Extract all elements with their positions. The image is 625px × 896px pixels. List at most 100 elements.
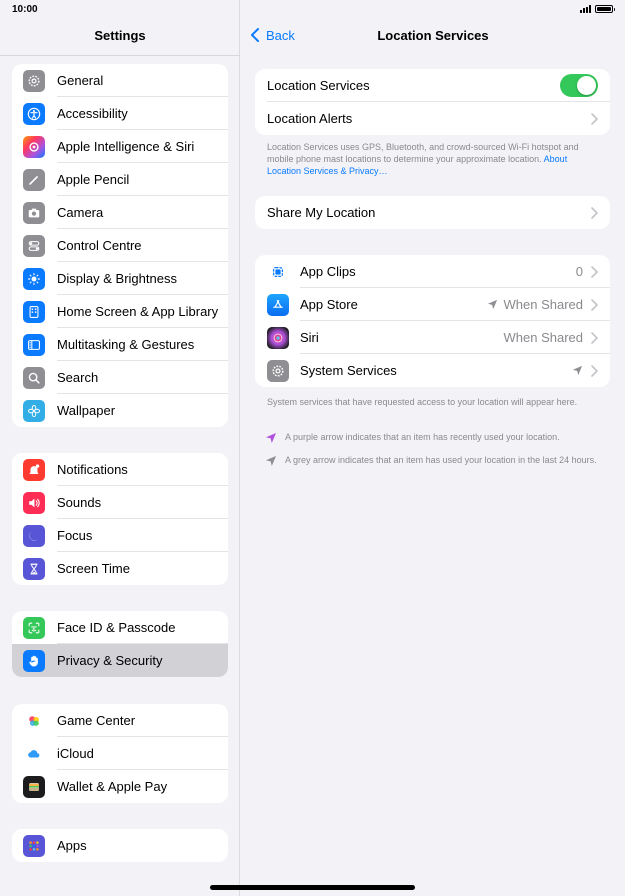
sidebar-item-label: Apple Intelligence & Siri [57,139,195,154]
settings-group-general: General Accessibility Apple Intelligence… [12,64,228,427]
sidebar-item-wallpaper[interactable]: Wallpaper [12,394,228,427]
sidebar-item-label: Face ID & Passcode [57,620,176,635]
sidebar-item-label: Apps [57,838,87,853]
purple-arrow-legend: A purple arrow indicates that an item ha… [265,431,605,444]
sidebar-item-apple-intelligence-siri[interactable]: Apple Intelligence & Siri [12,130,228,163]
app-row-app-clips[interactable]: App Clips 0 [255,255,610,288]
game-center-icon [23,709,45,732]
sidebar-item-label: iCloud [57,746,94,761]
sidebar-item-sounds[interactable]: Sounds [12,486,228,519]
location-alerts-row[interactable]: Location Alerts [255,102,610,135]
app-store-icon [267,293,289,316]
sidebar-item-label: Notifications [57,462,128,477]
settings-group-security: Face ID & Passcode Privacy & Security [12,611,228,677]
location-arrow-grey-icon [266,456,276,466]
sidebar-item-game-center[interactable]: Game Center [12,704,228,737]
chevron-right-icon [591,364,598,377]
cloud-icon [23,742,45,765]
apple-intelligence-icon [23,135,45,158]
chevron-right-icon [591,112,598,125]
sidebar-item-accessibility[interactable]: Accessibility [12,97,228,130]
sidebar-item-label: Wallet & Apple Pay [57,779,168,794]
sidebar-item-camera[interactable]: Camera [12,196,228,229]
signal-icon [580,5,591,13]
app-label: Siri [300,330,319,345]
system-services-note: System services that have requested acce… [267,397,578,407]
control-centre-icon [23,234,45,257]
apps-grid-icon [23,834,45,857]
app-row-siri[interactable]: Siri When Shared [255,321,610,354]
hourglass-icon [23,557,45,580]
sidebar-title: Settings [94,28,146,43]
sidebar-item-label: Camera [57,205,104,220]
face-id-icon [23,616,45,639]
sidebar-item-wallet[interactable]: Wallet & Apple Pay [12,770,228,803]
app-row-app-store[interactable]: App Store When Shared [255,288,610,321]
sidebar-item-focus[interactable]: Focus [12,519,228,552]
app-label: App Store [300,297,358,312]
sidebar-item-label: Sounds [57,495,102,510]
bell-icon [23,458,45,481]
sidebar-item-label: Multitasking & Gestures [57,337,195,352]
sidebar-item-label: Privacy & Security [57,653,163,668]
location-services-toggle[interactable] [560,74,598,97]
sidebar-item-label: Display & Brightness [57,271,177,286]
sidebar-item-control-centre[interactable]: Control Centre [12,229,228,262]
app-row-system-services[interactable]: System Services [255,354,610,387]
location-services-label: Location Services [267,78,370,93]
settings-group-apps: Apps [12,829,228,862]
search-icon [23,366,45,389]
sidebar-item-icloud[interactable]: iCloud [12,737,228,770]
sidebar-item-label: General [57,73,104,88]
legend-text: A grey arrow indicates that an item has … [285,455,597,465]
legend-text: A purple arrow indicates that an item ha… [285,432,560,442]
share-my-location-row[interactable]: Share My Location [255,196,610,229]
settings-group-notifications: Notifications Sounds Focus Screen Time [12,453,228,585]
wallet-icon [23,775,45,798]
sidebar-item-general[interactable]: General [12,64,228,97]
sidebar-item-notifications[interactable]: Notifications [12,453,228,486]
sidebar-item-multitasking[interactable]: Multitasking & Gestures [12,328,228,361]
location-arrow-grey-icon [572,365,583,376]
footnote-text: Location Services uses GPS, Bluetooth, a… [267,142,579,164]
speaker-icon [23,491,45,514]
home-indicator[interactable] [210,885,415,890]
camera-icon [23,201,45,224]
page-title: Location Services [377,28,489,43]
app-permission-value: When Shared [487,297,584,312]
app-permission-value: 0 [575,264,583,279]
grey-arrow-legend: A grey arrow indicates that an item has … [265,454,605,467]
status-time: 10:00 [12,4,38,15]
accessibility-icon [23,102,45,125]
battery-icon [595,5,615,13]
sidebar-item-privacy-security[interactable]: Privacy & Security [12,644,228,677]
sidebar-item-apps[interactable]: Apps [12,829,228,862]
sidebar-item-search[interactable]: Search [12,361,228,394]
status-icons [580,5,615,13]
pencil-icon [23,168,45,191]
hand-icon [23,649,45,672]
flower-icon [23,399,45,422]
app-label: System Services [300,363,397,378]
sidebar-divider [0,55,240,56]
home-screen-icon [23,300,45,323]
sidebar-item-display-brightness[interactable]: Display & Brightness [12,262,228,295]
siri-icon [267,326,289,349]
location-services-row: Location Services [255,69,610,102]
sidebar-item-home-screen[interactable]: Home Screen & App Library [12,295,228,328]
app-permission-text: When Shared [503,297,584,312]
sidebar: Settings General Accessibility Apple Int… [0,0,240,896]
location-arrow-grey-icon [487,299,497,310]
sidebar-item-face-id[interactable]: Face ID & Passcode [12,611,228,644]
location-arrow-purple-icon [266,433,276,443]
sidebar-item-label: Wallpaper [57,403,116,418]
sidebar-item-label: Focus [57,528,93,543]
sidebar-item-label: Apple Pencil [57,172,130,187]
app-permission-value: When Shared [503,330,584,345]
sidebar-item-screen-time[interactable]: Screen Time [12,552,228,585]
apps-location-card: App Clips 0 App Store When Shared Siri W… [255,255,610,387]
share-my-location-label: Share My Location [267,205,376,220]
sidebar-item-apple-pencil[interactable]: Apple Pencil [12,163,228,196]
sidebar-item-label: Search [57,370,99,385]
sidebar-item-label: Screen Time [57,561,130,576]
